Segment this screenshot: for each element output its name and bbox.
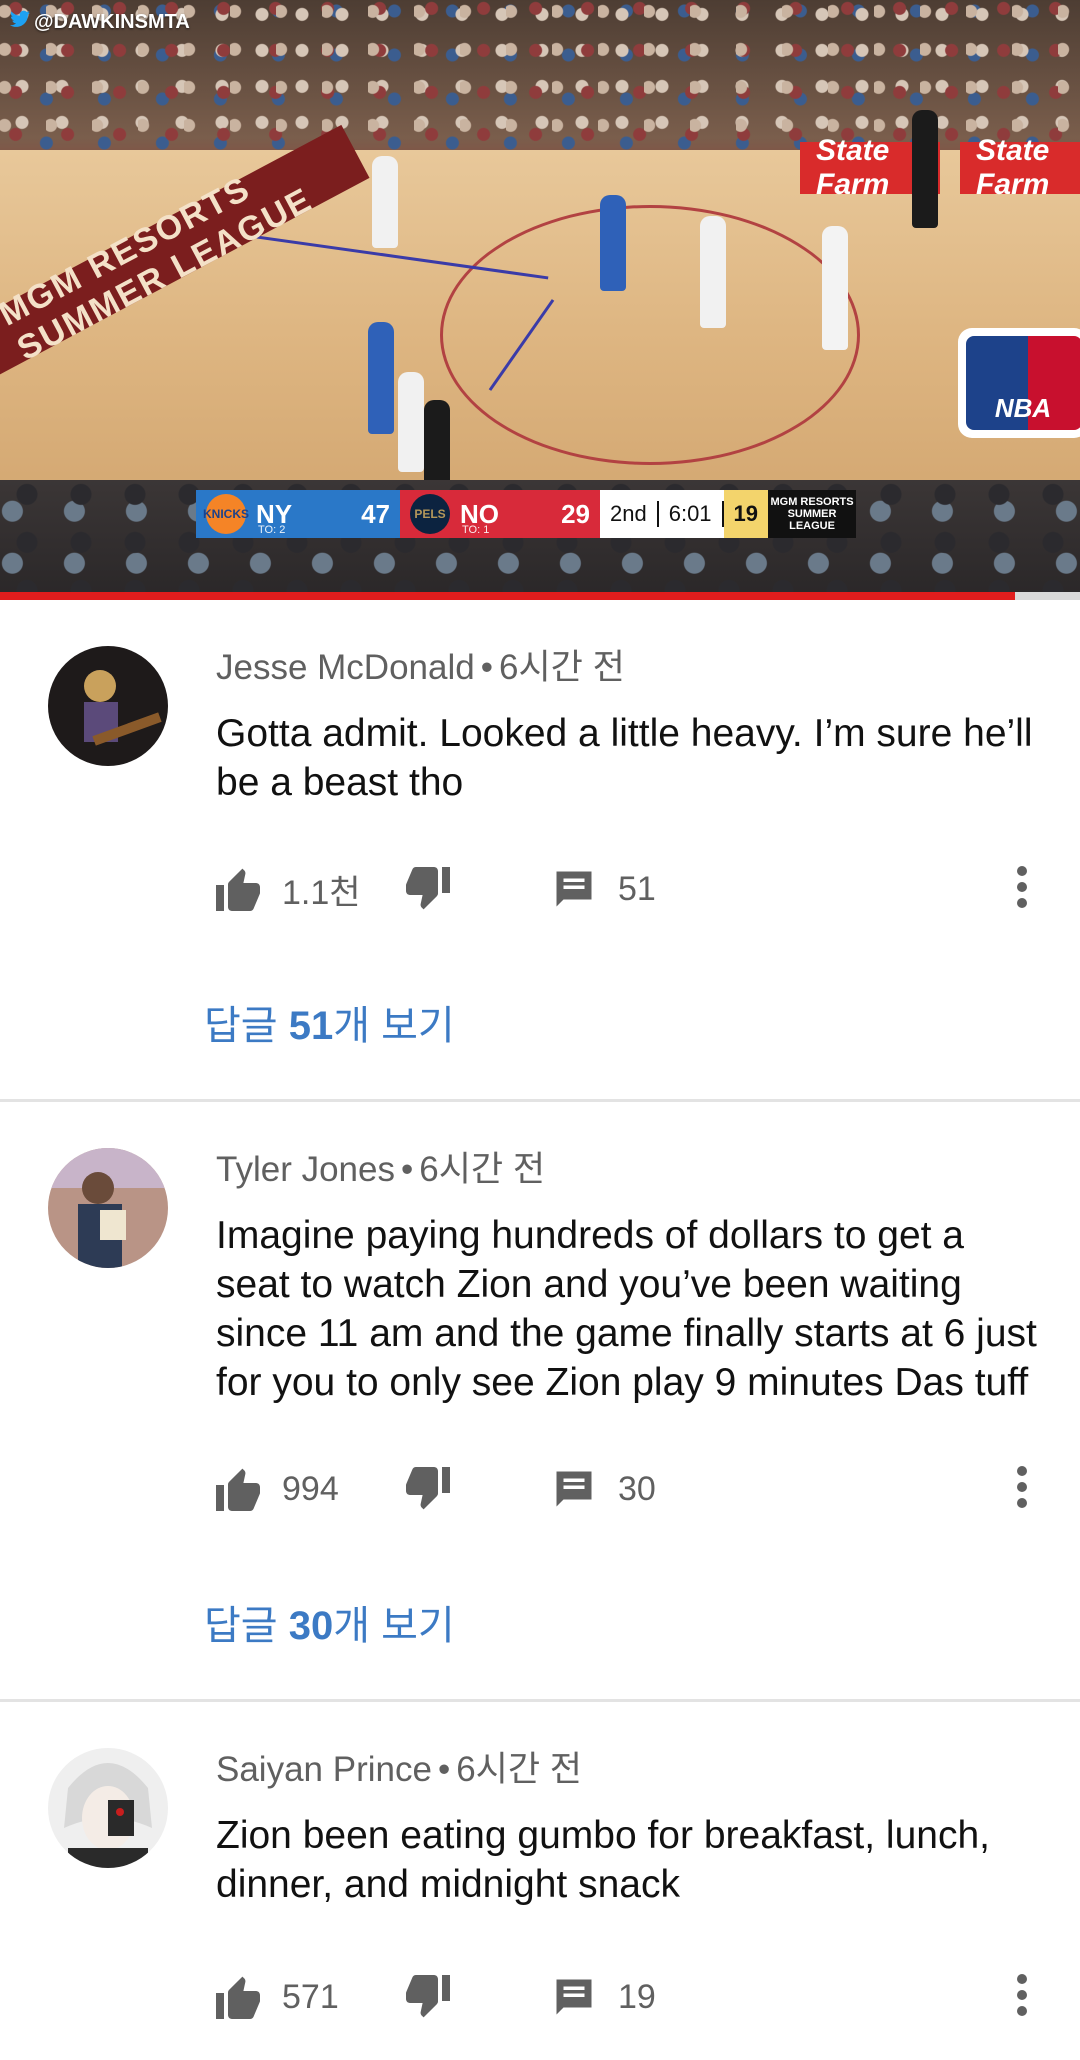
view-replies-count: 30 [288, 1604, 334, 1648]
like-button[interactable]: 1.1천 [216, 865, 402, 914]
game-clock-panel: 2nd 6:01 19 [600, 490, 769, 538]
video-progress-fill [0, 592, 1016, 600]
comment-meta: Jesse McDonald • 6시간 전 [216, 648, 625, 687]
comment-meta: Saiyan Prince • 6시간 전 [216, 1750, 583, 1789]
reply-button[interactable]: 30 [552, 1468, 656, 1510]
player-figure [700, 216, 726, 328]
more-vert-icon[interactable] [1016, 1465, 1028, 1514]
team-b-score: 29 [561, 498, 590, 529]
scoreboard: KNICKS NY 47 TO: 2 PELS NO 29 TO: 1 2nd … [196, 490, 857, 538]
comment-icon [552, 868, 596, 910]
thumbs-up-icon [216, 867, 264, 911]
video-progress-bar[interactable] [0, 592, 1080, 600]
comment-actions: 571 19 [216, 1967, 1040, 2027]
court-three-point-line [440, 205, 860, 465]
thumbs-up-icon [216, 1467, 264, 1511]
player-figure [600, 195, 626, 291]
league-logo: MGM RESORTS SUMMER LEAGUE [768, 490, 857, 538]
watermark: @DAWKINSMTA [10, 10, 190, 34]
player-figure [398, 372, 424, 472]
thumbs-down-icon [402, 1467, 450, 1511]
like-button[interactable]: 571 [216, 1975, 402, 2019]
like-button[interactable]: 994 [216, 1467, 402, 1511]
comment-author[interactable]: Saiyan Prince [216, 1750, 432, 1789]
scoreboard-team-b: PELS NO 29 TO: 1 [400, 490, 600, 538]
comment-item: Tyler Jones • 6시간 전 Imagine paying hundred… [0, 1102, 1080, 1702]
team-a-score: 47 [361, 498, 390, 529]
period-label: 2nd [600, 501, 659, 527]
more-vert-icon[interactable] [1016, 1973, 1028, 2022]
comment-icon [552, 1468, 596, 1510]
view-replies-prefix: 답글 [204, 1604, 289, 1648]
view-replies-link[interactable]: 답글 30개 보기 [204, 1593, 1040, 1699]
player-figure [822, 226, 848, 350]
player-figure [368, 322, 394, 434]
comment-list: Jesse McDonald • 6시간 전 Gotta admit. Looked… [0, 600, 1080, 2027]
comment-actions: 1.1천 51 [216, 859, 1040, 919]
view-replies-suffix: 개 보기 [333, 1604, 455, 1648]
nba-logo: NBA [958, 328, 1080, 438]
comment-timestamp: 6시간 전 [456, 1750, 583, 1789]
reply-button[interactable]: 19 [552, 1976, 656, 2018]
comment-author[interactable]: Tyler Jones [216, 1150, 395, 1189]
referee-figure [912, 110, 938, 228]
view-replies-suffix: 개 보기 [333, 1004, 455, 1048]
team-a-logo: KNICKS [203, 494, 249, 534]
sponsor-banner: State Farm [960, 134, 1080, 201]
reply-button[interactable]: 51 [552, 868, 656, 910]
view-replies-link[interactable]: 답글 51개 보기 [204, 993, 1040, 1099]
comment-actions: 994 30 [216, 1459, 1040, 1519]
shot-clock: 19 [723, 490, 769, 538]
avatar[interactable] [48, 1148, 168, 1268]
thumbs-up-icon [216, 1975, 264, 2019]
team-b-logo: PELS [410, 494, 450, 534]
dislike-button[interactable] [402, 1467, 552, 1511]
reply-count: 19 [618, 1977, 656, 2016]
comment-item: Jesse McDonald • 6시간 전 Gotta admit. Looked… [0, 600, 1080, 1102]
like-count: 571 [282, 1977, 339, 2016]
comment-author[interactable]: Jesse McDonald [216, 648, 475, 687]
dislike-button[interactable] [402, 867, 552, 911]
comment-icon [552, 1976, 596, 2018]
team-b-timeouts: TO: 1 [462, 524, 490, 536]
avatar[interactable] [48, 1748, 168, 1868]
team-a-timeouts: TO: 2 [258, 524, 286, 536]
comment-meta: Tyler Jones • 6시간 전 [216, 1150, 546, 1189]
reply-count: 51 [618, 869, 656, 908]
view-replies-count: 51 [288, 1004, 334, 1048]
like-count: 1.1천 [282, 873, 361, 912]
comment-timestamp: 6시간 전 [499, 648, 625, 687]
like-count: 994 [282, 1469, 339, 1508]
comment-text: Imagine paying hundreds of dollars to ge… [216, 1214, 1037, 1404]
thumbs-down-icon [402, 1975, 450, 2019]
reply-count: 30 [618, 1469, 656, 1508]
avatar[interactable] [48, 646, 168, 766]
player-figure [372, 156, 398, 248]
view-replies-prefix: 답글 [204, 1004, 289, 1048]
scoreboard-team-a: KNICKS NY 47 TO: 2 [196, 490, 400, 538]
referee-figure [424, 400, 450, 486]
game-clock: 6:01 [659, 501, 724, 527]
comment-timestamp: 6시간 전 [419, 1150, 546, 1189]
twitter-bird-icon [10, 10, 30, 34]
comment-text: Gotta admit. Looked a little heavy. I’m … [216, 712, 1033, 804]
comment-text: Zion been eating gumbo for breakfast, lu… [216, 1814, 990, 1906]
thumbs-down-icon [402, 867, 450, 911]
more-vert-icon[interactable] [1016, 865, 1028, 914]
watermark-text: @DAWKINSMTA [34, 10, 190, 33]
video-player[interactable]: MGM RESORTS SUMMER LEAGUE State Farm Sta… [0, 0, 1080, 600]
dislike-button[interactable] [402, 1975, 552, 2019]
comment-item: Saiyan Prince • 6시간 전 Zion been eating gum… [0, 1702, 1080, 2027]
